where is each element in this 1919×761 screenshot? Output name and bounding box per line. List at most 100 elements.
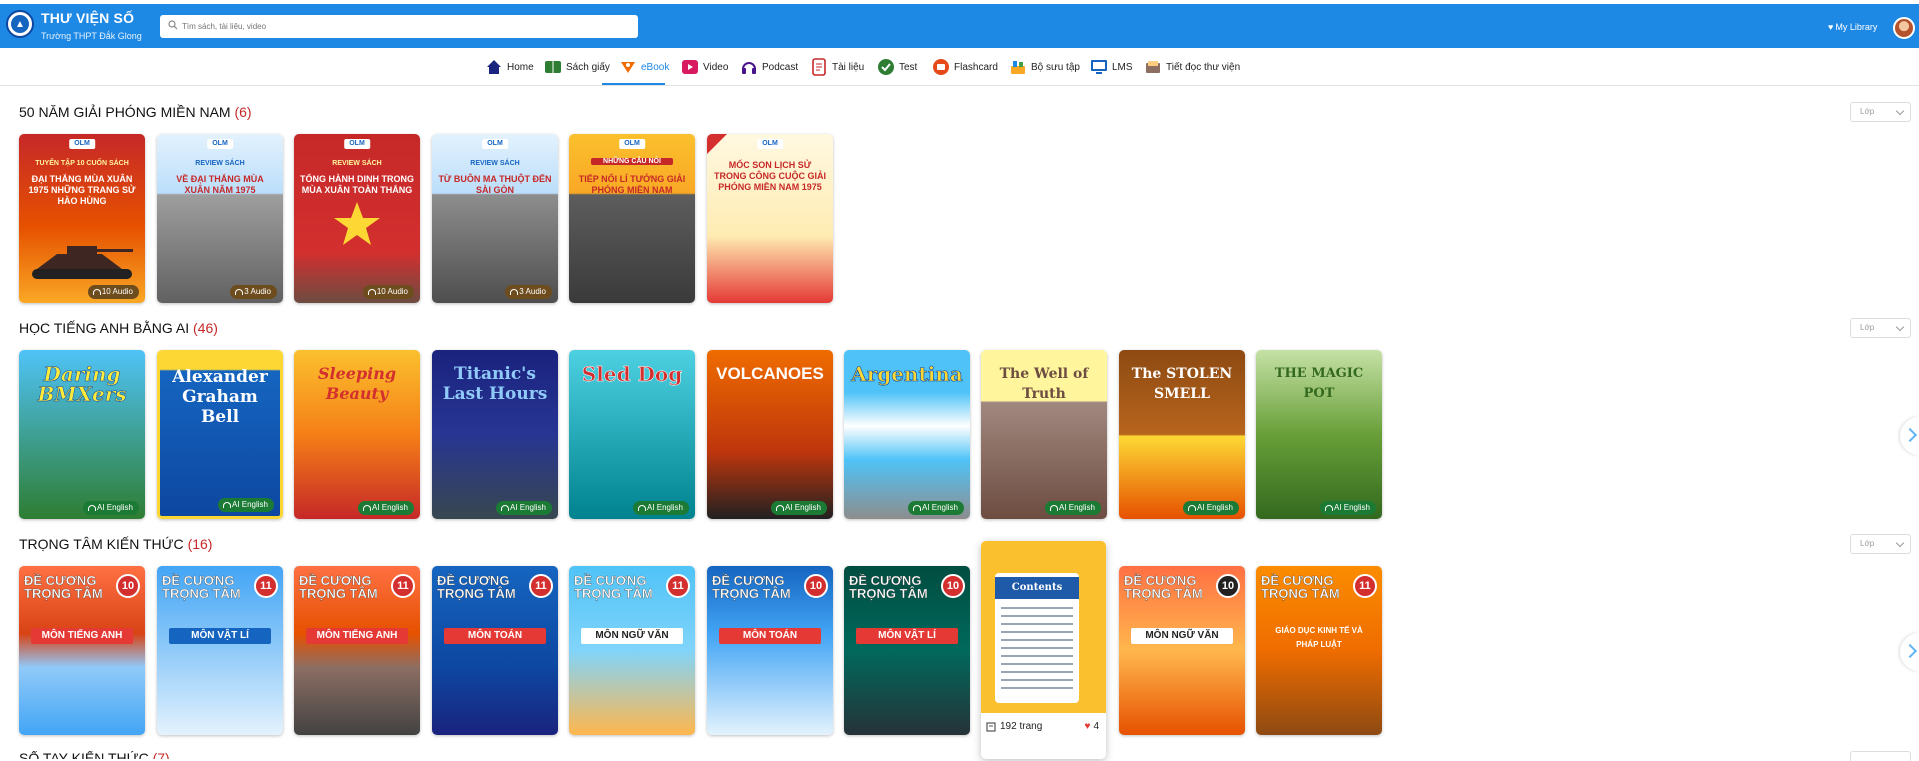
section-count: (16) bbox=[187, 536, 213, 552]
book-card[interactable]: ĐỀ CƯƠNG TRỌNG TÂM 10 MÔN NGỮ VĂN bbox=[1119, 566, 1245, 735]
nav-tai-lieu[interactable]: Tài liệu bbox=[810, 56, 864, 78]
book-subject: MÔN VẬT LÍ bbox=[169, 628, 271, 644]
audio-badge: 10 Audio bbox=[87, 285, 139, 299]
book-title: Argentina bbox=[851, 362, 963, 386]
nav-lms[interactable]: LMS bbox=[1090, 56, 1133, 78]
like-count[interactable]: ♥ 4 bbox=[1085, 721, 1100, 732]
book-card[interactable]: OLM REVIEW SÁCH TỔNG HÀNH DINH TRONG MÙA… bbox=[294, 134, 420, 303]
heart-icon: ♥ bbox=[1084, 721, 1091, 732]
book-card[interactable]: Daring BMXers AI English bbox=[19, 350, 145, 519]
nav-ebook[interactable]: eBook bbox=[619, 56, 669, 78]
book-title: TỪ BUÔN MA THUỘT ĐẾN SÀI GÒN bbox=[438, 174, 552, 195]
headphones-icon bbox=[742, 62, 756, 74]
grade-badge: 11 bbox=[391, 574, 415, 598]
nav-label: LMS bbox=[1112, 61, 1133, 73]
home-icon bbox=[487, 60, 501, 74]
book-card[interactable]: ĐỀ CƯƠNG TRỌNG TÂM 11 MÔN VẬT LÍ bbox=[157, 566, 283, 735]
nav-label: Tài liệu bbox=[832, 61, 865, 73]
book-title: The Well of Truth bbox=[999, 366, 1089, 402]
book-title: THE MAGIC POT bbox=[1274, 366, 1364, 401]
book-card[interactable]: Titanic's Last Hours AI English bbox=[432, 350, 558, 519]
book-card[interactable]: OLM TUYỂN TẬP 10 CUỐN SÁCH ĐẠI THẮNG MÙA… bbox=[19, 134, 145, 303]
nav-sach-giay[interactable]: Sách giấy bbox=[544, 56, 610, 78]
book-title: Alexander Graham Bell bbox=[172, 367, 268, 427]
book-card-hovered[interactable]: Contents 192 trang ♥ 4 bbox=[981, 541, 1106, 759]
book-card[interactable]: OLM NHỮNG CÂU NÓI TIẾP NỐI LÍ TƯỞNG GIẢI… bbox=[569, 134, 695, 303]
ai-english-badge: AI English bbox=[1182, 501, 1239, 515]
flashcard-icon bbox=[933, 59, 949, 75]
book-card[interactable]: ĐỀ CƯƠNG TRỌNG TÂM 10 MÔN TOÁN bbox=[707, 566, 833, 735]
grade-badge: 11 bbox=[1353, 574, 1377, 598]
nav-label: Test bbox=[899, 61, 918, 73]
book-title: Sled Dog bbox=[581, 362, 683, 386]
olm-logo: OLM bbox=[619, 139, 645, 149]
audio-badge: 3 Audio bbox=[230, 285, 277, 299]
nav-video[interactable]: Video bbox=[681, 56, 728, 78]
flag-corner-icon bbox=[707, 134, 727, 154]
search-icon bbox=[168, 20, 178, 30]
nav-label: Flashcard bbox=[954, 61, 998, 73]
book-title: ĐỀ CƯƠNG TRỌNG TÂM bbox=[1124, 573, 1203, 601]
grade-badge: 10 bbox=[941, 574, 965, 598]
book-card[interactable]: ĐỀ CƯƠNG TRỌNG TÂM 10 MÔN VẬT LÍ bbox=[844, 566, 970, 735]
book-card[interactable]: ĐỀ CƯƠNG TRỌNG TÂM 10 MÔN TIẾNG ANH bbox=[19, 566, 145, 735]
nav-test[interactable]: Test bbox=[877, 56, 917, 78]
book-card[interactable]: ĐỀ CƯƠNG TRỌNG TÂM 11 MÔN NGỮ VĂN bbox=[569, 566, 695, 735]
section-title[interactable]: TRỌNG TÂM KIẾN THỨC (16) bbox=[19, 536, 212, 552]
olm-logo: OLM bbox=[69, 139, 95, 149]
collection-icon bbox=[1011, 61, 1025, 74]
book-card[interactable]: OLM MỐC SON LỊCH SỬ TRONG CÔNG CUỘC GIẢI… bbox=[707, 134, 833, 303]
book-card[interactable]: THE MAGIC POT AI English bbox=[1256, 350, 1382, 519]
logo-mark: ▲ bbox=[11, 15, 29, 33]
contents-line bbox=[1001, 687, 1073, 689]
book-card[interactable]: The Well of Truth AI English bbox=[981, 350, 1107, 519]
book-card[interactable]: OLM REVIEW SÁCH VỀ ĐẠI THẮNG MÙA XUÂN NĂ… bbox=[157, 134, 283, 303]
book-kicker: REVIEW SÁCH bbox=[470, 160, 520, 167]
nav-tiet-doc[interactable]: Tiết đọc thư viện bbox=[1144, 56, 1240, 78]
nav-home[interactable]: Home bbox=[485, 56, 534, 78]
book-card[interactable]: Argentina AI English bbox=[844, 350, 970, 519]
library-logo[interactable]: ▲ bbox=[6, 10, 34, 38]
nav-podcast[interactable]: Podcast bbox=[740, 56, 798, 78]
like-count-text: 4 bbox=[1093, 721, 1099, 732]
book-card[interactable]: ĐỀ CƯƠNG TRỌNG TÂM 11 GIÁO DỤC KINH TẾ V… bbox=[1256, 566, 1382, 735]
book-title: Daring BMXers bbox=[37, 362, 127, 406]
book-card[interactable]: Sled Dog AI English bbox=[569, 350, 695, 519]
my-library-link[interactable]: ♥ My Library bbox=[1828, 22, 1877, 32]
book-subject: GIÁO DỤC KINH TẾ VÀ PHÁP LUẬT bbox=[1275, 626, 1363, 649]
olm-logo: OLM bbox=[757, 139, 783, 149]
book-card[interactable]: VOLCANOES AI English bbox=[707, 350, 833, 519]
search-input[interactable] bbox=[160, 15, 638, 38]
contents-line bbox=[1001, 607, 1073, 609]
book-kicker: NHỮNG CÂU NÓI bbox=[591, 158, 673, 165]
grade-filter-select[interactable]: Lớp bbox=[1850, 102, 1911, 122]
ai-english-badge: AI English bbox=[907, 501, 964, 515]
audio-badge: 10 Audio bbox=[362, 285, 414, 299]
scroll-next-button[interactable] bbox=[1900, 417, 1919, 455]
nav-bo-suu-tap[interactable]: Bộ sưu tập bbox=[1009, 56, 1080, 78]
avatar[interactable] bbox=[1893, 17, 1915, 39]
olm-logo: OLM bbox=[344, 139, 370, 149]
section-title[interactable]: 50 NĂM GIẢI PHÓNG MIỀN NAM (6) bbox=[19, 104, 252, 120]
ai-english-badge: AI English bbox=[1319, 501, 1376, 515]
contents-line bbox=[1001, 623, 1073, 625]
grade-filter-select[interactable] bbox=[1850, 751, 1911, 761]
book-subject: MÔN VẬT LÍ bbox=[856, 628, 958, 644]
section-title[interactable]: HỌC TIẾNG ANH BẰNG AI (46) bbox=[19, 320, 218, 336]
section-title[interactable]: SỔ TAY KIẾN THỨC (7) bbox=[19, 751, 170, 759]
active-tab-indicator bbox=[602, 83, 665, 85]
brand-title[interactable]: THƯ VIỆN SỐ bbox=[41, 10, 134, 26]
book-card[interactable]: ĐỀ CƯƠNG TRỌNG TÂM 11 MÔN TOÁN bbox=[432, 566, 558, 735]
book-card[interactable]: The STOLEN SMELL AI English bbox=[1119, 350, 1245, 519]
grade-filter-select[interactable]: Lớp bbox=[1850, 318, 1911, 338]
page-count-text: 192 trang bbox=[1000, 721, 1043, 732]
book-card[interactable]: Sleeping Beauty AI English bbox=[294, 350, 420, 519]
book-card[interactable]: Alexander Graham Bell AI English bbox=[157, 350, 283, 519]
nav-flashcard[interactable]: Flashcard bbox=[932, 56, 998, 78]
book-title: ĐỀ CƯƠNG TRỌNG TÂM bbox=[574, 573, 653, 601]
book-kicker: TUYỂN TẬP 10 CUỐN SÁCH bbox=[35, 160, 129, 167]
scroll-next-button[interactable] bbox=[1900, 633, 1919, 671]
book-card[interactable]: OLM REVIEW SÁCH TỪ BUÔN MA THUỘT ĐẾN SÀI… bbox=[432, 134, 558, 303]
book-card[interactable]: ĐỀ CƯƠNG TRỌNG TÂM 11 MÔN TIẾNG ANH bbox=[294, 566, 420, 735]
grade-filter-select[interactable]: Lớp bbox=[1850, 534, 1911, 554]
